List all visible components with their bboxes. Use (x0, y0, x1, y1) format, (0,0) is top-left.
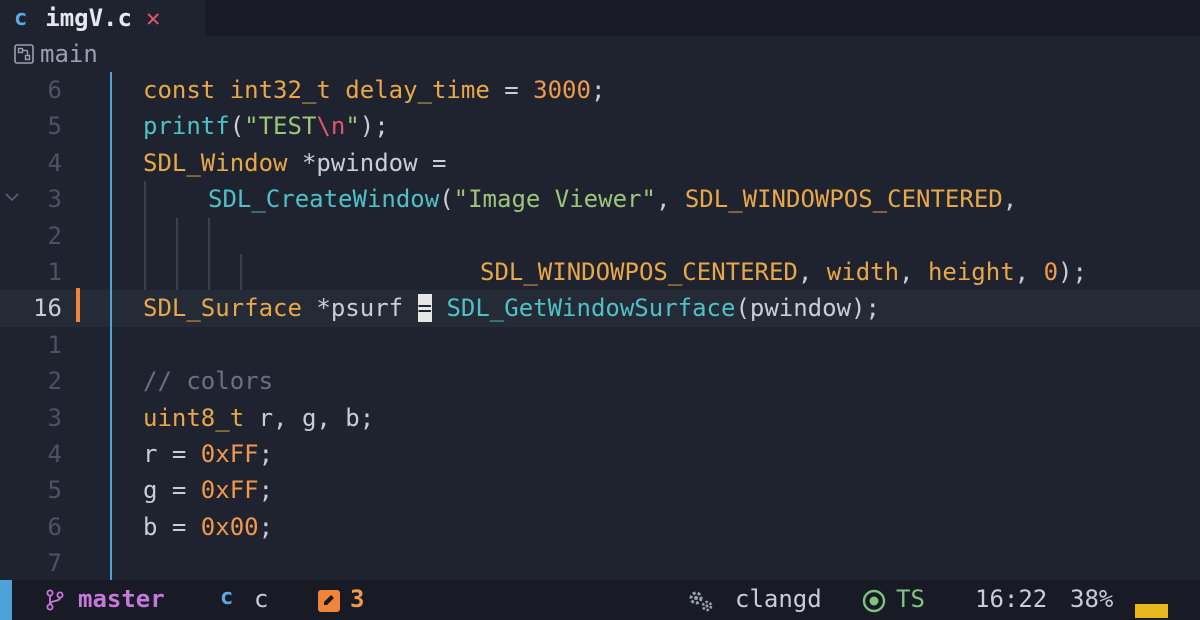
namespace-icon (14, 44, 34, 64)
line-number: 6 (47, 76, 62, 104)
code-text: SDL_Surface *psurf = SDL_GetWindowSurfac… (143, 294, 880, 323)
text-cursor: = (417, 294, 432, 323)
code-line[interactable]: 1 (0, 327, 1200, 363)
code-line[interactable]: 7 (0, 545, 1200, 581)
code-line[interactable]: 4 SDL_Window *pwindow = (0, 145, 1200, 181)
mode-indicator (0, 580, 12, 620)
pencil-square-icon (318, 590, 340, 612)
code-line[interactable]: 6 const int32_t delay_time = 3000; (0, 72, 1200, 108)
code-text: const int32_t delay_time = 3000; (143, 76, 606, 104)
indent-guide (240, 254, 242, 291)
code-line[interactable]: 2 // colors (0, 363, 1200, 399)
code-comment: // colors (143, 367, 274, 396)
indent-guide (176, 217, 178, 254)
code-line[interactable]: 3 uint8_t r, g, b; (0, 400, 1200, 436)
indent-guide (144, 181, 146, 218)
line-number: 3 (47, 403, 62, 432)
indent-guide (176, 254, 178, 291)
tab-filename: imgV.c (45, 4, 132, 32)
c-language-icon: c (220, 585, 234, 610)
code-line[interactable]: 3 SDL_CreateWindow("Image Viewer", SDL_W… (0, 181, 1200, 218)
code-text: SDL_CreateWindow("Image Viewer", SDL_WIN… (208, 185, 1018, 214)
git-branch-icon (46, 589, 64, 611)
line-number-current: 16 (33, 294, 62, 323)
code-line[interactable]: 6 b = 0x00; (0, 509, 1200, 545)
line-number: 5 (47, 476, 62, 505)
code-line[interactable]: 4 r = 0xFF; (0, 436, 1200, 472)
c-language-icon: c (14, 5, 28, 31)
line-number: 1 (47, 258, 62, 286)
code-text: printf("TEST\n"); (143, 112, 389, 141)
breadcrumb: main (0, 36, 1200, 72)
code-text: r = 0xFF; (143, 440, 274, 468)
line-number: 4 (47, 440, 62, 468)
line-number: 5 (47, 112, 62, 141)
git-sign-column (110, 72, 112, 580)
git-branch-name[interactable]: master (78, 585, 165, 613)
line-number: 1 (47, 330, 62, 359)
code-text: b = 0x00; (143, 512, 274, 541)
tab-bar: c imgV.c ✕ (0, 0, 1200, 36)
line-number: 7 (47, 549, 62, 578)
indent-guide (208, 254, 210, 291)
scroll-progress-bar (1135, 604, 1168, 618)
diagnostics-count[interactable]: 3 (350, 585, 364, 613)
line-number: 2 (47, 221, 62, 250)
code-line-current[interactable]: 16 SDL_Surface *psurf = SDL_GetWindowSur… (0, 290, 1200, 327)
status-bar: master c c 3 clangd TS 16:22 38% (0, 580, 1200, 620)
treesitter-status[interactable]: TS (896, 585, 925, 613)
gears-icon (689, 591, 713, 612)
code-line[interactable]: 2 (0, 217, 1200, 254)
breadcrumb-label[interactable]: main (40, 40, 98, 68)
line-number: 2 (47, 367, 62, 396)
tab-imgv-c[interactable]: c imgV.c ✕ (0, 0, 205, 36)
code-editor[interactable]: 6 const int32_t delay_time = 3000; 5 pri… (0, 72, 1200, 580)
close-icon[interactable]: ✕ (146, 4, 160, 32)
code-text: uint8_t r, g, b; (143, 403, 375, 432)
code-line[interactable]: 5 printf("TEST\n"); (0, 108, 1200, 144)
indent-guide (208, 217, 210, 254)
line-number: 3 (47, 185, 62, 214)
lsp-client-name[interactable]: clangd (735, 585, 822, 613)
indent-guide (144, 254, 146, 291)
code-line[interactable]: 5 g = 0xFF; (0, 472, 1200, 508)
git-change-marker (76, 288, 80, 322)
indent-guide (144, 217, 146, 254)
code-text: SDL_Window *pwindow = (143, 148, 447, 177)
file-position-percent: 38% (1070, 585, 1114, 613)
code-text: SDL_WINDOWPOS_CENTERED, width, height, 0… (480, 258, 1087, 286)
line-number: 4 (47, 148, 62, 177)
clock-time: 16:22 (975, 585, 1048, 613)
filetype-label[interactable]: c (254, 585, 268, 613)
line-number: 6 (47, 512, 62, 541)
code-text: g = 0xFF; (143, 476, 274, 505)
code-line[interactable]: 1 SDL_WINDOWPOS_CENTERED, width, height,… (0, 254, 1200, 291)
target-circle-icon (862, 589, 886, 613)
